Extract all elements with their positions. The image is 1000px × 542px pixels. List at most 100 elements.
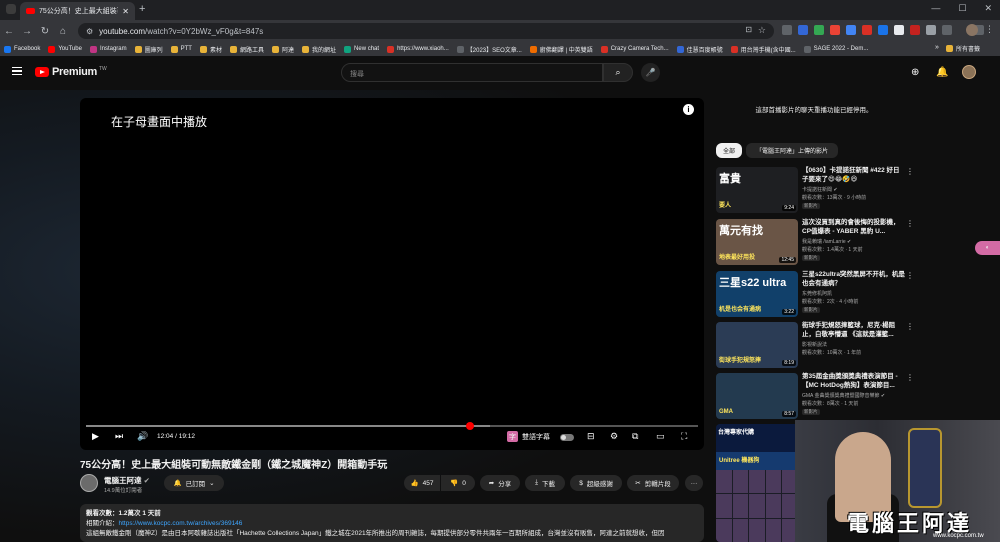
extension-icon[interactable] bbox=[782, 25, 792, 35]
recommended-title[interactable]: 【0630】卡提諾狂新聞 #422 好日子要來了😄😂🤣😆 bbox=[802, 167, 906, 184]
recommended-title[interactable]: 這次沒買到真的會後悔的投影機，CP值爆表 - YABER 黑豹 U... bbox=[802, 219, 906, 236]
recommended-video[interactable]: 萬元有找 地表最好用投 12:45 這次沒買到真的會後悔的投影機，CP值爆表 - YA… bbox=[716, 219, 916, 267]
reload-icon[interactable]: ↻ bbox=[36, 26, 54, 37]
recommended-channel[interactable]: GMA 金曲獎頒獎典禮暨國際音樂節 ✔ bbox=[802, 392, 885, 399]
browser-menu-icon[interactable]: ⋮ bbox=[985, 24, 994, 35]
progress-bar[interactable] bbox=[86, 422, 698, 430]
dual-subtitle-button[interactable]: 字 雙語字幕 bbox=[507, 431, 550, 442]
video-thumbnail[interactable]: 萬元有找 地表最好用投 12:45 bbox=[716, 219, 798, 265]
guide-menu-icon[interactable] bbox=[12, 67, 22, 75]
close-window-icon[interactable]: ✕ bbox=[984, 3, 992, 14]
extension-icon[interactable] bbox=[862, 25, 872, 35]
bookmark-item[interactable]: 我的網址 bbox=[302, 45, 336, 54]
recommended-channel[interactable]: 卡提諾狂新聞 ✔ bbox=[802, 186, 838, 193]
shorts-thumbnail[interactable]: 台灣專家代購 Unitree 機器狗 bbox=[716, 424, 798, 542]
extension-icon[interactable] bbox=[798, 25, 808, 35]
bookmarks-overflow-icon[interactable]: » bbox=[935, 44, 939, 51]
more-options-icon[interactable]: ⋮ bbox=[906, 271, 914, 280]
super-thanks-button[interactable]: $ 超級感謝 bbox=[570, 475, 622, 491]
subtitles-icon[interactable]: ⊟ bbox=[587, 431, 595, 442]
forward-icon[interactable]: → bbox=[18, 26, 36, 37]
channel-avatar[interactable] bbox=[80, 474, 98, 492]
dislike-button[interactable]: 👎 0 bbox=[441, 475, 475, 491]
bookmark-item[interactable]: 網路工具 bbox=[230, 45, 264, 54]
fullscreen-icon[interactable]: ⛶ bbox=[681, 431, 687, 442]
extension-icon[interactable] bbox=[926, 25, 936, 35]
share-button[interactable]: ➦ 分享 bbox=[480, 475, 520, 491]
recommended-title[interactable]: 第35屆金曲獎頒獎典禮表演節目 - 【MC HotDog熱狗】表演節目... bbox=[802, 373, 906, 390]
play-icon[interactable]: ▶ bbox=[92, 431, 99, 442]
search-input[interactable]: 搜尋 bbox=[341, 63, 603, 82]
video-thumbnail[interactable]: 富貴 要人 9:24 bbox=[716, 167, 798, 213]
video-player[interactable]: 在子母畫面中播放 i ▶ ⏭ 🔊 12:04 / 19:12 字 雙語字幕 ⊟ … bbox=[80, 98, 704, 450]
like-button[interactable]: 👍 457 bbox=[404, 475, 440, 491]
search-button[interactable]: ⌕ bbox=[603, 63, 633, 82]
more-actions-button[interactable]: ··· bbox=[685, 475, 703, 491]
bookmark-item[interactable]: SAGE 2022 - Dem... bbox=[803, 45, 868, 53]
bookmark-item[interactable]: Crazy Camera Tech... bbox=[600, 45, 669, 53]
bookmark-item[interactable]: 圖庫列 bbox=[134, 45, 163, 54]
volume-icon[interactable]: 🔊 bbox=[137, 431, 148, 442]
browser-profile-avatar[interactable] bbox=[966, 24, 978, 36]
recommended-title[interactable]: 三星s22ultra突然黑屏不开机，机是也会有通病？ bbox=[802, 271, 906, 288]
extension-icon[interactable] bbox=[830, 25, 840, 35]
channel-name[interactable]: 電腦王阿達 ✔ bbox=[104, 475, 150, 486]
subscribed-button[interactable]: 🔔 已訂閱 ⌄ bbox=[164, 475, 224, 491]
bookmark-item[interactable]: 廚佛翻譯 | 中英雙語 bbox=[529, 45, 593, 54]
description-link[interactable]: https://www.kocpc.com.tw/archives/369146 bbox=[119, 520, 243, 527]
side-floating-extension-icon[interactable]: ◐ bbox=[975, 241, 1000, 255]
miniplayer-icon[interactable]: ⧉ bbox=[632, 431, 638, 442]
home-icon[interactable]: ⌂ bbox=[54, 26, 72, 37]
video-thumbnail[interactable]: 三星s22 ultra 机是也会有通病 3:22 bbox=[716, 271, 798, 317]
new-tab-button[interactable]: + bbox=[139, 3, 145, 15]
bookmark-item[interactable]: PTT bbox=[170, 45, 192, 53]
all-bookmarks-button[interactable]: 所有書籤 bbox=[946, 44, 980, 53]
more-options-icon[interactable]: ⋮ bbox=[906, 219, 914, 228]
more-options-icon[interactable]: ⋮ bbox=[906, 322, 914, 331]
bookmark-item[interactable]: 素材 bbox=[199, 45, 222, 54]
extension-icon[interactable] bbox=[846, 25, 856, 35]
chip-all[interactable]: 全部 bbox=[716, 143, 742, 158]
recommended-title[interactable]: 街球手犯規怒摔籃球，尼克-楊阻止，白敬亭懵逼 《這就是灌籃... bbox=[802, 322, 906, 339]
recommended-channel[interactable]: 影視新說法 bbox=[802, 341, 827, 348]
scrubber-handle[interactable] bbox=[466, 422, 475, 430]
create-video-icon[interactable]: ⊕ bbox=[911, 67, 919, 78]
video-thumbnail[interactable]: GMA 8:57 bbox=[716, 373, 798, 419]
more-options-icon[interactable]: ⋮ bbox=[906, 167, 914, 176]
youtube-premium-logo[interactable]: Premium TW bbox=[35, 66, 107, 78]
bookmark-item[interactable]: Facebook bbox=[4, 45, 40, 53]
recommended-video[interactable]: 街球手犯規怒摔 8:19 街球手犯規怒摔籃球，尼克-楊阻止，白敬亭懵逼 《這就是灌籃… bbox=[716, 322, 916, 370]
tab-search-icon[interactable] bbox=[6, 4, 16, 14]
bookmark-star-icon[interactable]: ☆ bbox=[758, 25, 766, 36]
extension-icon[interactable] bbox=[878, 25, 888, 35]
theater-mode-icon[interactable]: ▭ bbox=[656, 431, 665, 442]
info-icon[interactable]: i bbox=[683, 104, 694, 115]
recommended-channel[interactable]: 我是賴瑞 /iamLarrie ✔ bbox=[802, 238, 851, 245]
bookmark-item[interactable]: YouTube bbox=[48, 45, 82, 53]
download-button[interactable]: ⤓ 下載 bbox=[525, 475, 565, 491]
recommended-video[interactable]: 三星s22 ultra 机是也会有通病 3:22 三星s22ultra突然黑屏不开机，… bbox=[716, 271, 916, 319]
bookmark-item[interactable]: https://www.xiaoh... bbox=[387, 45, 449, 53]
recommended-channel[interactable]: 东莞修机阿凯 bbox=[802, 290, 832, 297]
more-options-icon[interactable]: ⋮ bbox=[906, 373, 914, 382]
bookmark-item[interactable]: New chat bbox=[344, 45, 379, 53]
bookmark-item[interactable]: 【2023】SEO文章... bbox=[456, 45, 522, 54]
address-bar[interactable]: ⚙ youtube.com/watch?v=0Y2bWz_vF0g&t=847s… bbox=[78, 23, 774, 39]
user-avatar[interactable] bbox=[962, 65, 976, 79]
extension-icon[interactable] bbox=[814, 25, 824, 35]
clip-button[interactable]: ✂ 剪輯片段 bbox=[627, 475, 679, 491]
bookmark-item[interactable]: Instagram bbox=[89, 45, 127, 53]
extension-icon[interactable] bbox=[894, 25, 904, 35]
next-icon[interactable]: ⏭ bbox=[115, 431, 123, 442]
bookmark-item[interactable]: 用台灣手機(含中國... bbox=[730, 45, 796, 54]
notifications-bell-icon[interactable]: 🔔 bbox=[936, 67, 948, 78]
install-app-icon[interactable]: ⊡ bbox=[745, 25, 752, 34]
autoplay-toggle[interactable] bbox=[560, 434, 574, 441]
browser-tab-active[interactable]: 75公分高！史上最大組裝可... ✕ bbox=[20, 2, 135, 20]
recommended-video[interactable]: 富貴 要人 9:24 【0630】卡提諾狂新聞 #422 好日子要來了😄😂🤣😆 卡提諾狂… bbox=[716, 167, 916, 215]
recommended-video[interactable]: GMA 8:57 第35屆金曲獎頒獎典禮表演節目 - 【MC HotDog熱狗】表演… bbox=[716, 373, 916, 421]
minimize-icon[interactable]: — bbox=[931, 3, 940, 14]
site-info-icon[interactable]: ⚙ bbox=[86, 27, 93, 36]
description-box[interactable]: 觀看次數：1.2萬次 1 天前 相關介紹：https://www.kocpc.c… bbox=[80, 504, 704, 542]
settings-gear-icon[interactable]: ⚙ bbox=[610, 431, 618, 442]
